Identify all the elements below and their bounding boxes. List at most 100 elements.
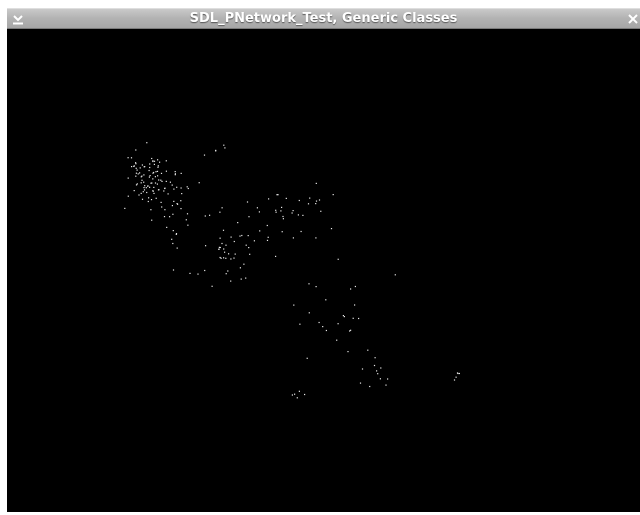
particle [174, 173, 176, 175]
particle [203, 154, 206, 156]
particle [253, 240, 255, 242]
particle [237, 222, 239, 224]
particle [157, 165, 159, 167]
particle [136, 169, 138, 171]
particle [224, 251, 226, 253]
particle [309, 197, 311, 199]
particle [230, 280, 232, 282]
particle [172, 213, 174, 215]
particle [307, 203, 310, 205]
particle [248, 216, 250, 218]
particle [140, 182, 142, 184]
close-icon[interactable] [626, 11, 640, 27]
particle [292, 210, 294, 212]
particle [377, 373, 379, 375]
particle [153, 160, 156, 162]
particle [177, 203, 179, 205]
particle [322, 326, 324, 328]
particle [221, 207, 223, 209]
particle [234, 253, 236, 255]
particle [130, 157, 133, 159]
particle [149, 163, 151, 165]
particle [157, 175, 159, 177]
particle [135, 175, 137, 177]
app-window: SDL_PNetwork_Test, Generic Classes [0, 0, 640, 515]
particle [138, 194, 140, 196]
particle [221, 242, 223, 245]
particle [243, 263, 245, 265]
particle [198, 182, 200, 184]
particle [294, 393, 296, 395]
particle [204, 215, 206, 217]
particle [337, 258, 339, 260]
window-title: SDL_PNetwork_Test, Generic Classes [189, 11, 458, 26]
particle [175, 233, 177, 235]
particle [318, 321, 320, 324]
particle [222, 229, 225, 231]
particle [141, 179, 143, 181]
particle [154, 182, 157, 184]
particle [180, 172, 182, 174]
particle [281, 231, 283, 233]
particle [140, 192, 142, 194]
particle [143, 189, 146, 191]
render-canvas[interactable] [7, 29, 640, 512]
particle [157, 166, 159, 168]
particle [136, 183, 138, 185]
particle [225, 244, 227, 246]
particle [143, 187, 145, 189]
particle [248, 247, 250, 249]
particle [147, 200, 149, 203]
particle [133, 190, 135, 192]
particle [159, 161, 161, 163]
particle [164, 209, 166, 211]
particle [164, 187, 166, 190]
particle [180, 187, 182, 189]
particle [148, 176, 150, 178]
particle [166, 226, 168, 228]
particle [152, 172, 154, 174]
particle [223, 257, 225, 259]
particle [267, 236, 269, 238]
particle [141, 198, 144, 200]
particle [297, 214, 299, 216]
particle [358, 317, 360, 320]
particle [172, 242, 174, 245]
particle [135, 149, 137, 151]
particle [151, 219, 153, 221]
particle [394, 274, 396, 276]
particle [349, 330, 351, 332]
particle [155, 197, 157, 199]
particle [131, 166, 133, 168]
particle [239, 267, 241, 269]
particle [225, 273, 227, 275]
particle [151, 157, 153, 160]
particle [146, 142, 148, 144]
title-bar[interactable]: SDL_PNetwork_Test, Generic Classes [7, 8, 640, 29]
particle [150, 209, 152, 211]
particle [343, 316, 345, 318]
particle [147, 185, 149, 187]
particle [146, 191, 148, 194]
particle [315, 182, 317, 184]
particle [308, 312, 310, 314]
particle [367, 349, 369, 351]
particle [275, 255, 277, 257]
particle [354, 304, 356, 306]
particle [336, 339, 338, 341]
particle [135, 167, 137, 169]
particle [158, 189, 160, 191]
particle [332, 194, 334, 196]
particle [359, 382, 362, 384]
particle [268, 198, 270, 200]
particle [180, 200, 182, 202]
particle [249, 253, 251, 255]
particle [223, 248, 225, 250]
particle [291, 212, 293, 214]
particle [379, 378, 381, 380]
particle [233, 240, 235, 243]
particle [215, 149, 217, 151]
particle [173, 200, 175, 202]
particle [228, 253, 230, 255]
particle [315, 286, 317, 288]
